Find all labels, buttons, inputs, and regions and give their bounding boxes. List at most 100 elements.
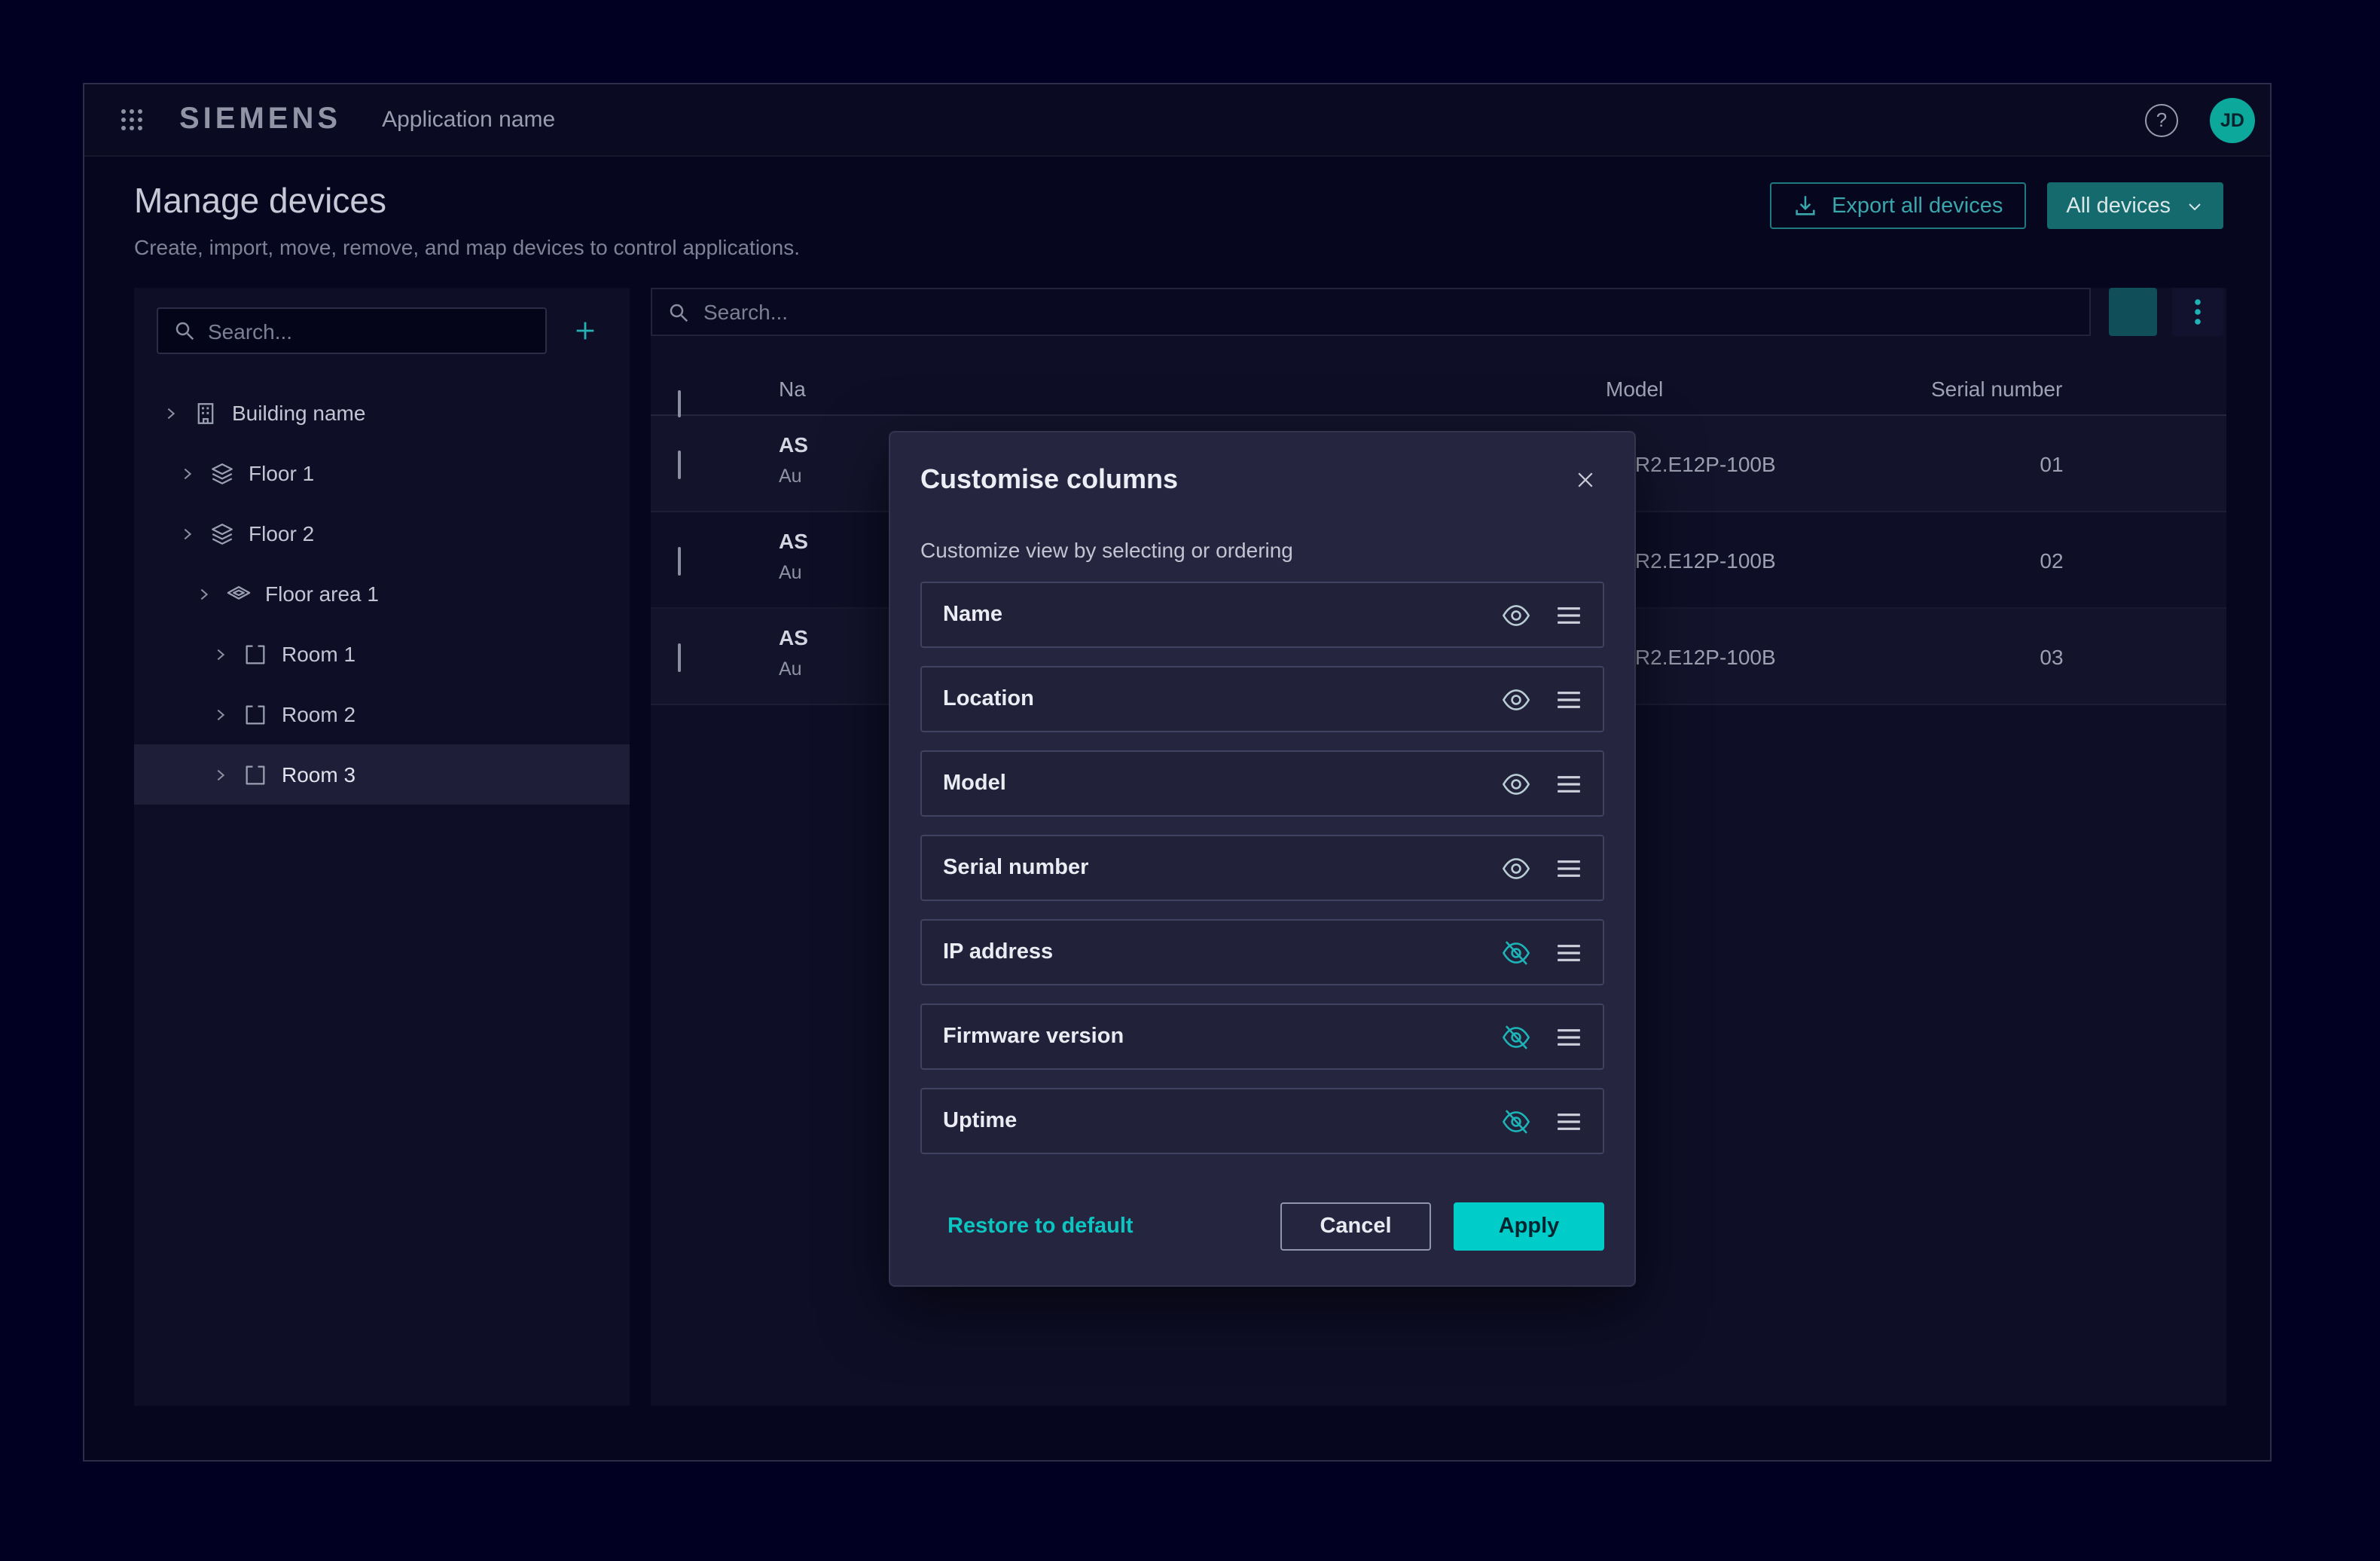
chevron-right-icon[interactable] [212, 706, 229, 722]
column-item[interactable]: Serial number [920, 835, 1604, 901]
chevron-right-icon[interactable] [196, 585, 212, 602]
device-subtitle: Au [779, 466, 808, 487]
column-item-label: Model [943, 771, 1006, 796]
column-item-actions [1500, 852, 1582, 884]
row-checkbox[interactable] [678, 452, 681, 479]
tree-item[interactable]: Room 1 [134, 624, 630, 684]
column-header-model: Model [1606, 362, 1663, 416]
drag-handle-icon[interactable] [1556, 942, 1582, 962]
restore-default-button[interactable]: Restore to default [947, 1214, 1134, 1239]
chevron-right-icon[interactable] [212, 766, 229, 783]
customise-columns-dialog: Customise columns Customize view by sele… [889, 431, 1636, 1287]
room-icon [243, 701, 268, 727]
visibility-on-button[interactable] [1500, 768, 1532, 799]
close-icon [1573, 468, 1596, 490]
column-item-label: IP address [943, 940, 1053, 964]
table-header: Na Model Serial number [651, 362, 2226, 416]
tree-item[interactable]: Room 3 [134, 744, 630, 805]
floor-icon [209, 521, 235, 546]
chevron-right-icon[interactable] [179, 525, 196, 542]
chevron-right-icon[interactable] [163, 405, 179, 421]
room-icon [243, 762, 268, 787]
device-subtitle: Au [779, 658, 808, 680]
visibility-on-button[interactable] [1500, 683, 1532, 715]
apply-button[interactable]: Apply [1454, 1202, 1604, 1251]
page-subtitle: Create, import, move, remove, and map de… [134, 235, 800, 259]
column-header-name: Na [779, 362, 806, 416]
eye-icon [1500, 599, 1532, 631]
column-list: Name [920, 582, 1604, 1154]
visibility-off-button[interactable] [1500, 1021, 1532, 1052]
device-name-cell: AS Au [779, 529, 808, 583]
column-item[interactable]: Firmware version [920, 1004, 1604, 1070]
device-search-input[interactable] [703, 300, 2074, 324]
column-item[interactable]: Uptime [920, 1088, 1604, 1154]
tree-item[interactable]: Floor area 1 [134, 564, 630, 624]
header-actions: Export all devices All devices [1770, 182, 2223, 229]
tree-item[interactable]: Building name [134, 383, 630, 443]
column-item-actions [1500, 768, 1582, 799]
chevron-right-icon[interactable] [212, 646, 229, 662]
column-item-actions [1500, 599, 1582, 631]
drag-handle-icon[interactable] [1556, 774, 1582, 793]
page-title: Manage devices [134, 181, 800, 221]
tree-item[interactable]: Room 2 [134, 684, 630, 744]
sidebar-toolbar [134, 288, 630, 354]
row-checkbox[interactable] [678, 645, 681, 672]
eye-icon [1500, 852, 1532, 884]
device-scope-dropdown[interactable]: All devices [2046, 182, 2223, 229]
row-checkbox[interactable] [678, 548, 681, 576]
sidebar-search-input[interactable] [208, 319, 530, 343]
device-serial-cell: 01 [1931, 416, 2172, 512]
device-name: AS [779, 432, 808, 457]
app-window: SIEMENS Application name ? JD Manage dev… [83, 83, 2272, 1462]
eye-icon [1500, 768, 1532, 799]
visibility-on-button[interactable] [1500, 852, 1532, 884]
tree-item-label: Floor 2 [249, 521, 314, 545]
add-location-button[interactable] [562, 307, 609, 354]
avatar[interactable]: JD [2210, 97, 2255, 142]
chevron-right-icon[interactable] [179, 465, 196, 481]
drag-handle-icon[interactable] [1556, 1027, 1582, 1046]
tree-item-label: Room 1 [282, 642, 355, 666]
help-button[interactable]: ? [2145, 103, 2178, 136]
visibility-off-button[interactable] [1500, 1105, 1532, 1137]
tree-item[interactable]: Floor 2 [134, 503, 630, 564]
visibility-on-button[interactable] [1500, 599, 1532, 631]
eye-off-icon [1500, 1021, 1532, 1052]
eye-icon [1500, 683, 1532, 715]
floor-area-icon [226, 581, 252, 606]
grid-icon [121, 108, 143, 131]
column-header-serial: Serial number [1931, 362, 2062, 416]
column-item[interactable]: IP address [920, 919, 1604, 985]
tree-item[interactable]: Floor 1 [134, 443, 630, 503]
drag-handle-icon[interactable] [1556, 1111, 1582, 1131]
column-item[interactable]: Name [920, 582, 1604, 648]
column-item-actions [1500, 1021, 1582, 1052]
column-item[interactable]: Location [920, 666, 1604, 732]
cancel-button[interactable]: Cancel [1280, 1202, 1431, 1251]
export-all-devices-button[interactable]: Export all devices [1770, 182, 2025, 229]
eye-off-icon [1500, 1105, 1532, 1137]
dialog-footer: Restore to default Cancel Apply [920, 1202, 1604, 1251]
tree-item-label: Building name [232, 401, 365, 425]
topbar: SIEMENS Application name ? JD [84, 84, 2270, 157]
tree-item-label: Floor 1 [249, 461, 314, 485]
app-launcher-button[interactable] [121, 108, 143, 131]
application-name: Application name [382, 107, 555, 133]
device-name-cell: AS Au [779, 432, 808, 487]
column-item[interactable]: Model [920, 750, 1604, 817]
device-name-cell: AS Au [779, 625, 808, 680]
table-options-button[interactable] [2172, 288, 2223, 336]
column-item-label: Uptime [943, 1109, 1017, 1133]
device-search [651, 288, 2091, 336]
close-button[interactable] [1565, 460, 1604, 499]
drag-handle-icon[interactable] [1556, 605, 1582, 625]
topbar-actions: ? JD [2145, 97, 2255, 142]
drag-handle-icon[interactable] [1556, 689, 1582, 709]
visibility-off-button[interactable] [1500, 936, 1532, 968]
search-icon [667, 301, 690, 323]
location-tree: Building name Floor 1 [134, 383, 630, 805]
drag-handle-icon[interactable] [1556, 858, 1582, 878]
view-toggle-button[interactable] [2109, 288, 2157, 336]
